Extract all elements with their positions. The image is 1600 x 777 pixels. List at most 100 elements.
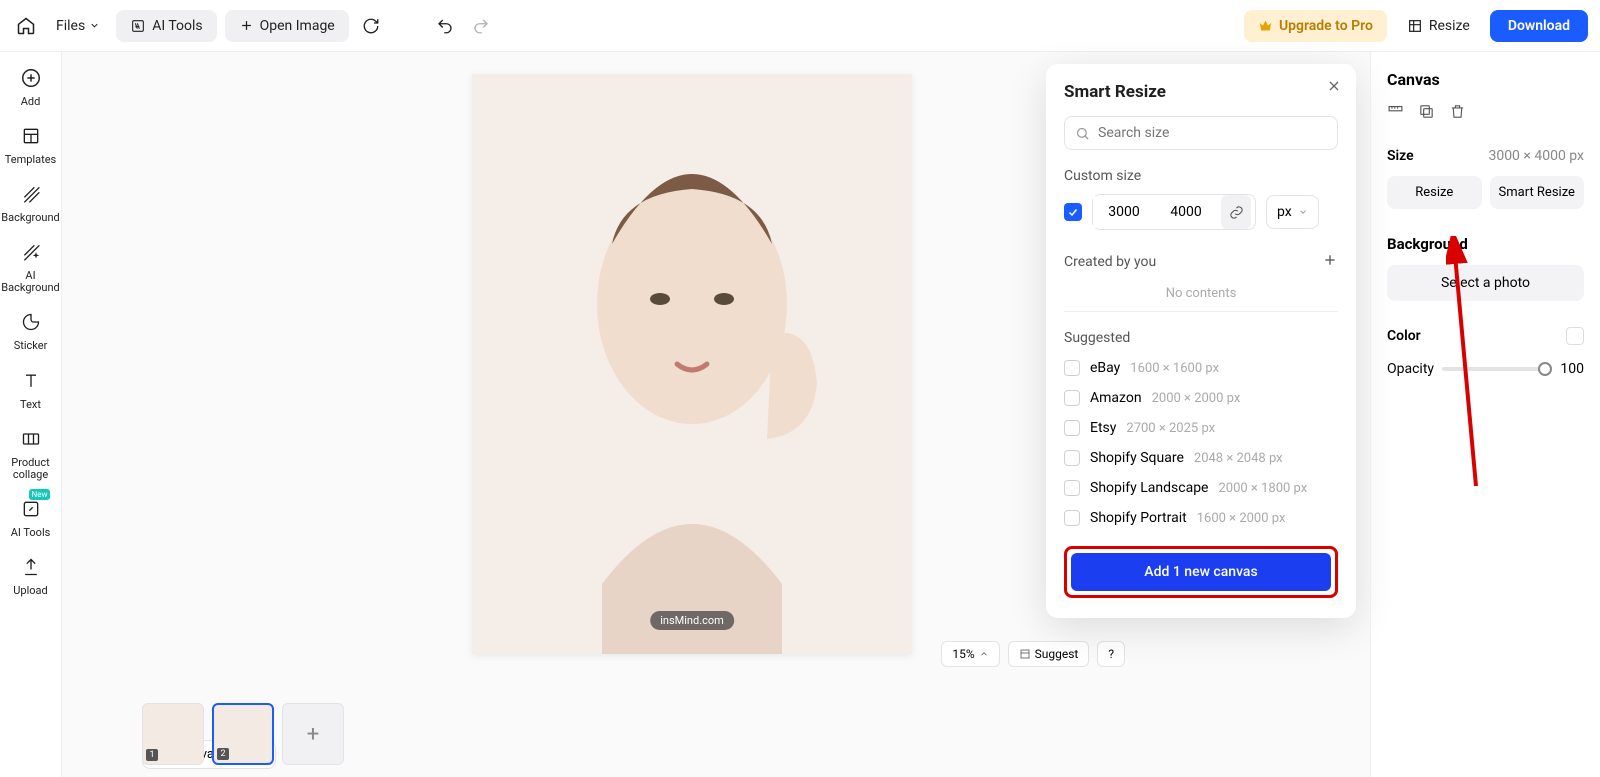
smart-resize-panel: Smart Resize Custom size px Created by y… (1046, 64, 1356, 618)
zoom-value[interactable]: 15% (941, 641, 999, 667)
add-canvas-highlight: Add 1 new canvas (1064, 546, 1338, 598)
custom-size-label: Custom size (1064, 168, 1338, 184)
files-label: Files (56, 18, 85, 34)
ruler-icon[interactable] (1387, 103, 1404, 124)
search-size[interactable] (1064, 116, 1338, 150)
files-menu[interactable]: Files (48, 12, 108, 40)
upgrade-label: Upgrade to Pro (1279, 18, 1373, 34)
suggested-checkbox[interactable] (1064, 390, 1080, 406)
download-button[interactable]: Download (1490, 10, 1588, 42)
thumb-2[interactable]: 2 (212, 703, 274, 765)
sparkle-hatch-icon (17, 238, 45, 266)
opacity-value: 100 (1560, 361, 1584, 377)
copy-icon[interactable] (1418, 103, 1435, 124)
top-bar: Files AI Tools Open Image Upgrade to Pro… (0, 0, 1600, 52)
suggested-checkbox[interactable] (1064, 480, 1080, 496)
help-button[interactable]: ? (1097, 641, 1125, 667)
open-image-label: Open Image (260, 18, 335, 34)
suggested-item[interactable]: Shopify Portrait1600 × 2000 px (1064, 510, 1338, 526)
background-label: Background (1387, 235, 1584, 253)
size-value: 3000 × 4000 px (1488, 148, 1584, 164)
portrait-placeholder (472, 74, 912, 654)
suggested-checkbox[interactable] (1064, 450, 1080, 466)
created-label: Created by you (1064, 254, 1156, 270)
watermark: insMind.com (650, 611, 734, 630)
search-icon (1075, 126, 1090, 141)
width-input[interactable] (1093, 196, 1155, 228)
sidebar-item-text[interactable]: Text (2, 367, 60, 411)
sidebar-label: Add (21, 96, 41, 108)
suggested-dims: 1600 × 2000 px (1197, 511, 1286, 526)
canvas-image[interactable]: insMind.com (472, 74, 912, 654)
select-photo-button[interactable]: Select a photo (1387, 265, 1584, 301)
panel-title: Smart Resize (1064, 82, 1338, 102)
color-swatch[interactable] (1566, 327, 1584, 345)
upload-icon (17, 553, 45, 581)
dimension-inputs (1092, 194, 1256, 230)
sidebar-item-add[interactable]: Add (2, 64, 60, 108)
suggested-item[interactable]: Shopify Landscape 2000 × 1800 px (1064, 480, 1338, 496)
suggested-item[interactable]: Amazon 2000 × 2000 px (1064, 390, 1338, 406)
suggested-label: Suggested (1064, 330, 1338, 346)
undo-button[interactable] (431, 12, 459, 40)
unit-select[interactable]: px (1266, 195, 1319, 229)
close-icon[interactable] (1326, 78, 1342, 98)
suggested-name: Amazon (1090, 390, 1142, 406)
sidebar-label: AI Background (1, 270, 59, 294)
resize-button[interactable]: Resize (1387, 176, 1482, 209)
sidebar-item-ai-tools[interactable]: New AI Tools (2, 495, 60, 539)
sidebar-item-ai-background[interactable]: AI Background (2, 238, 60, 294)
rbar-title: Canvas (1387, 70, 1584, 89)
suggested-name: Shopify Landscape (1090, 480, 1208, 496)
sidebar-item-collage[interactable]: Product collage (2, 425, 60, 481)
sync-icon[interactable] (357, 12, 385, 40)
sidebar-item-templates[interactable]: Templates (2, 122, 60, 166)
suggested-item[interactable]: Etsy 2700 × 2025 px (1064, 420, 1338, 436)
trash-icon[interactable] (1449, 103, 1466, 124)
suggested-name: eBay (1090, 360, 1120, 376)
search-input[interactable] (1098, 125, 1327, 141)
suggest-button[interactable]: Suggest (1008, 641, 1090, 667)
sidebar-item-background[interactable]: Background (2, 180, 60, 224)
home-button[interactable] (12, 12, 40, 40)
suggested-item[interactable]: eBay 1600 × 1600 px (1064, 360, 1338, 376)
left-toolbar: Add Templates Background AI Background S… (0, 52, 62, 777)
text-icon (17, 367, 45, 395)
add-canvas-button[interactable]: Add 1 new canvas (1071, 553, 1331, 591)
canvas-thumbnails: 1 2 + (142, 679, 344, 765)
upgrade-button[interactable]: Upgrade to Pro (1244, 10, 1387, 42)
suggested-dims: 2700 × 2025 px (1126, 421, 1215, 436)
sticker-icon (17, 308, 45, 336)
no-contents: No contents (1064, 286, 1338, 312)
sidebar-label: Sticker (14, 340, 48, 352)
suggested-item[interactable]: Shopify Square 2048 × 2048 px (1064, 450, 1338, 466)
sidebar-label: Product collage (2, 457, 60, 481)
suggested-checkbox[interactable] (1064, 420, 1080, 436)
smart-resize-button[interactable]: Smart Resize (1490, 176, 1585, 209)
suggested-dims: 2048 × 2048 px (1194, 451, 1283, 466)
suggested-dims: 2000 × 1800 px (1218, 481, 1307, 496)
redo-button[interactable] (467, 12, 495, 40)
sidebar-item-upload[interactable]: Upload (2, 553, 60, 597)
suggested-name: Etsy (1090, 420, 1116, 436)
suggested-name: Shopify Square (1090, 450, 1184, 466)
thumb-add[interactable]: + (282, 703, 344, 765)
open-image-button[interactable]: Open Image (225, 10, 349, 42)
custom-checkbox[interactable] (1064, 203, 1082, 221)
templates-icon (17, 122, 45, 150)
collage-icon (17, 425, 45, 453)
suggested-dims: 1600 × 1600 px (1130, 361, 1219, 376)
height-input[interactable] (1155, 196, 1217, 228)
sidebar-label: AI Tools (11, 527, 51, 539)
topbar-resize-button[interactable]: Resize (1395, 10, 1482, 42)
sidebar-item-sticker[interactable]: Sticker (2, 308, 60, 352)
thumb-1[interactable]: 1 (142, 703, 204, 765)
suggested-checkbox[interactable] (1064, 510, 1080, 526)
zoom-bar: 15% Suggest ? (941, 641, 1125, 667)
ai-tools-button[interactable]: AI Tools (116, 10, 216, 42)
suggested-checkbox[interactable] (1064, 360, 1080, 376)
add-created-button[interactable] (1322, 252, 1338, 272)
link-dims-button[interactable] (1221, 195, 1251, 229)
opacity-slider[interactable] (1442, 367, 1552, 371)
suggested-dims: 2000 × 2000 px (1152, 391, 1241, 406)
